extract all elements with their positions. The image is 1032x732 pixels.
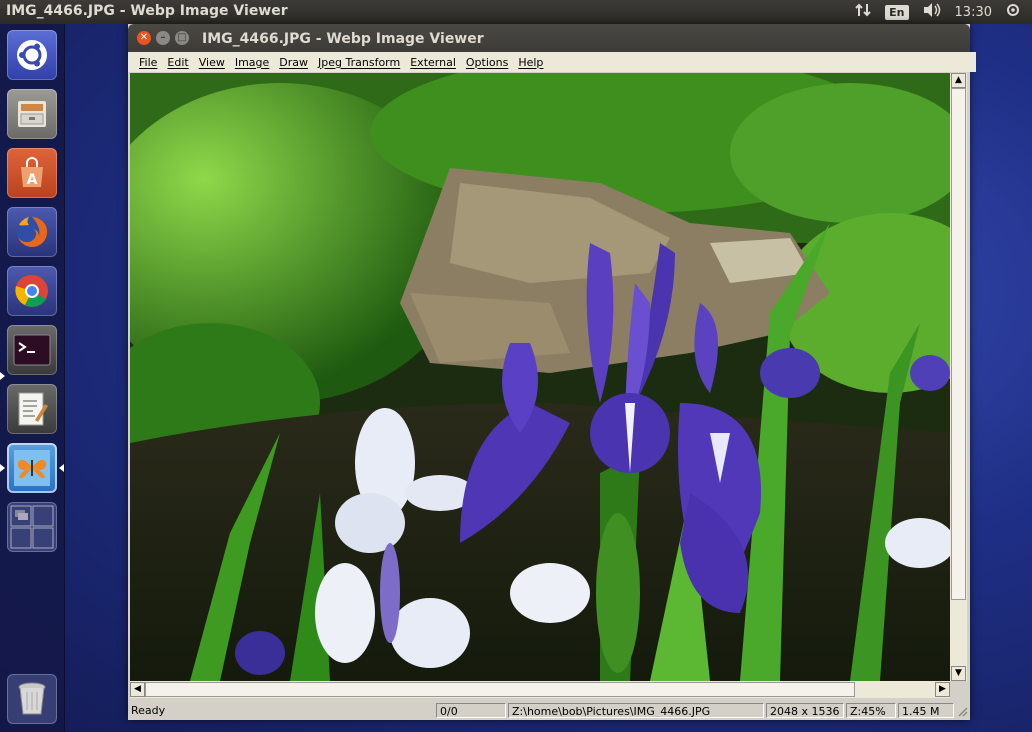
trash-icon[interactable] (7, 674, 57, 724)
focused-indicator (59, 464, 64, 472)
minimize-icon[interactable]: – (156, 31, 170, 45)
image-canvas[interactable] (130, 73, 950, 681)
window-titlebar[interactable]: ✕ – □ IMG_4466.JPG - Webp Image Viewer (128, 24, 970, 52)
horizontal-scroll-thumb[interactable] (145, 682, 855, 697)
menubar: File Edit View Image Draw Jpeg Transform… (128, 52, 976, 72)
gear-icon[interactable] (1006, 3, 1020, 21)
running-indicator (0, 372, 5, 380)
clock[interactable]: 13:30 (955, 5, 992, 20)
keyboard-layout-indicator[interactable]: En (885, 4, 909, 20)
notepad-icon[interactable] (7, 384, 57, 434)
vertical-scrollbar[interactable]: ▲ ▼ (950, 73, 967, 681)
menu-help[interactable]: Help (513, 56, 548, 69)
butterfly-icon[interactable] (7, 443, 57, 493)
scroll-down-arrow-icon[interactable]: ▼ (951, 666, 966, 681)
top-panel: IMG_4466.JPG - Webp Image Viewer En 13:3… (0, 0, 1032, 24)
scroll-up-arrow-icon[interactable]: ▲ (951, 73, 966, 88)
workspaces-icon[interactable] (7, 502, 57, 552)
file-size: 1.45 M (898, 703, 954, 718)
file-cabinet-icon[interactable] (7, 89, 57, 139)
ubuntu-logo-icon[interactable] (7, 30, 57, 80)
menu-draw[interactable]: Draw (274, 56, 313, 69)
scroll-left-arrow-icon[interactable]: ◀ (130, 682, 145, 697)
launcher: A (0, 24, 65, 732)
svg-text:A: A (27, 172, 38, 188)
window-title: IMG_4466.JPG - Webp Image Viewer (202, 31, 484, 47)
firefox-icon[interactable] (7, 207, 57, 257)
menu-file[interactable]: File (134, 56, 162, 69)
frame-counter: 0/0 (436, 703, 506, 718)
active-window-title: IMG_4466.JPG - Webp Image Viewer (6, 3, 288, 19)
menu-edit[interactable]: Edit (162, 56, 193, 69)
status-bar: Ready 0/0 Z:\home\bob\Pictures\IMG_4466.… (128, 701, 970, 720)
menu-image[interactable]: Image (230, 56, 274, 69)
status-message: Ready (131, 704, 166, 717)
vertical-scroll-thumb[interactable] (951, 88, 966, 600)
menu-options[interactable]: Options (461, 56, 513, 69)
horizontal-scrollbar[interactable]: ◀ ▶ (130, 681, 950, 698)
system-tray: En 13:30 (855, 0, 1032, 24)
running-indicator (0, 464, 5, 472)
image-viewer-window: ✕ – □ IMG_4466.JPG - Webp Image Viewer F… (128, 24, 976, 720)
chrome-icon[interactable] (7, 266, 57, 316)
volume-icon[interactable] (923, 2, 941, 22)
menu-external[interactable]: External (405, 56, 461, 69)
resize-grip-icon[interactable] (956, 705, 968, 718)
zoom-level: Z:45% (846, 703, 896, 718)
close-icon[interactable]: ✕ (137, 31, 151, 45)
file-path: Z:\home\bob\Pictures\IMG_4466.JPG (508, 703, 764, 718)
terminal-icon[interactable] (7, 325, 57, 375)
menu-jpeg-transform[interactable]: Jpeg Transform (313, 56, 405, 69)
network-icon[interactable] (855, 2, 871, 22)
shopping-bag-icon[interactable]: A (7, 148, 57, 198)
menu-view[interactable]: View (194, 56, 230, 69)
image-dimensions: 2048 x 1536 (766, 703, 844, 718)
displayed-photo (130, 73, 950, 681)
maximize-icon[interactable]: □ (175, 31, 189, 45)
scroll-right-arrow-icon[interactable]: ▶ (935, 682, 950, 697)
